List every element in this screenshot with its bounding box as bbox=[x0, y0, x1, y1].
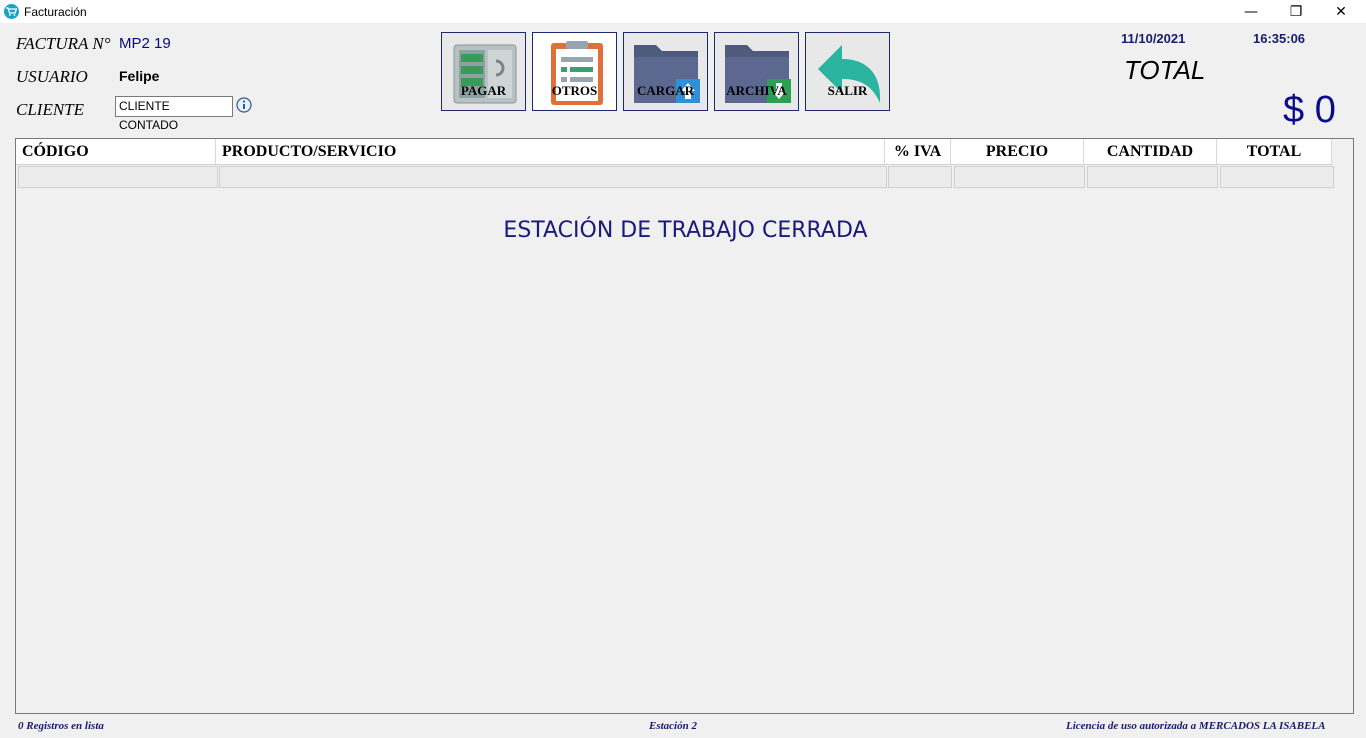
input-producto[interactable] bbox=[219, 166, 887, 188]
minimize-button[interactable]: — bbox=[1228, 0, 1274, 23]
cargar-label: CARGAR bbox=[636, 83, 695, 98]
factura-number: MP2 19 bbox=[119, 35, 171, 52]
info-icon[interactable] bbox=[236, 97, 252, 118]
date-display: 11/10/2021 bbox=[1121, 31, 1186, 46]
folder-upload-icon bbox=[634, 45, 700, 103]
column-header-precio[interactable]: PRECIO bbox=[951, 139, 1084, 164]
title-bar: Facturación — ❐ ✕ bbox=[0, 0, 1366, 23]
otros-label: OTROS bbox=[551, 83, 598, 98]
cliente-label: CLIENTE bbox=[16, 100, 85, 119]
otros-button[interactable]: OTROS bbox=[532, 32, 617, 111]
cargar-button[interactable]: CARGAR bbox=[623, 32, 708, 111]
salir-label: SALIR bbox=[827, 83, 868, 98]
pagar-button[interactable]: PAGAR bbox=[441, 32, 526, 111]
safe-icon bbox=[453, 44, 517, 104]
column-header-codigo[interactable]: CÓDIGO bbox=[16, 139, 216, 164]
cart-icon bbox=[4, 4, 19, 19]
input-precio[interactable] bbox=[954, 166, 1085, 188]
input-cantidad[interactable] bbox=[1087, 166, 1218, 188]
usuario-value: Felipe bbox=[119, 68, 160, 84]
station-label: Estación 2 bbox=[649, 720, 697, 732]
product-grid[interactable]: CÓDIGO PRODUCTO/SERVICIO % IVA PRECIO CA… bbox=[15, 138, 1354, 714]
total-amount: $ 0 bbox=[1283, 89, 1336, 131]
pagar-label: PAGAR bbox=[460, 83, 507, 98]
folder-download-icon bbox=[725, 45, 791, 103]
salir-button[interactable]: SALIR bbox=[805, 32, 890, 111]
archiva-label: ARCHIVA bbox=[726, 83, 787, 98]
station-closed-message: ESTACIÓN DE TRABAJO CERRADA bbox=[503, 218, 868, 243]
column-header-cantidad[interactable]: CANTIDAD bbox=[1084, 139, 1217, 164]
time-display: 16:35:06 bbox=[1253, 31, 1306, 46]
input-iva[interactable] bbox=[888, 166, 952, 188]
column-header-producto[interactable]: PRODUCTO/SERVICIO bbox=[216, 139, 885, 164]
records-count: 0 Registros en lista bbox=[18, 720, 104, 732]
clipboard-icon bbox=[551, 41, 603, 105]
usuario-label: USUARIO bbox=[16, 67, 88, 86]
restore-button[interactable]: ❐ bbox=[1273, 0, 1319, 23]
factura-label: FACTURA N° bbox=[16, 34, 111, 53]
column-header-total[interactable]: TOTAL bbox=[1217, 139, 1332, 164]
input-total[interactable] bbox=[1220, 166, 1334, 188]
close-button[interactable]: ✕ bbox=[1318, 0, 1364, 23]
input-codigo[interactable] bbox=[18, 166, 218, 188]
total-label: TOTAL bbox=[1124, 55, 1206, 85]
license-text: Licencia de uso autorizada a MERCADOS LA… bbox=[1066, 720, 1326, 732]
window-title: Facturación bbox=[24, 5, 87, 19]
back-arrow-icon bbox=[818, 45, 881, 103]
cliente-field[interactable]: CLIENTE CONTADO bbox=[115, 96, 233, 132]
column-header-iva[interactable]: % IVA bbox=[885, 139, 951, 164]
grid-header: CÓDIGO PRODUCTO/SERVICIO % IVA PRECIO CA… bbox=[16, 139, 1332, 165]
archiva-button[interactable]: ARCHIVA bbox=[714, 32, 799, 111]
